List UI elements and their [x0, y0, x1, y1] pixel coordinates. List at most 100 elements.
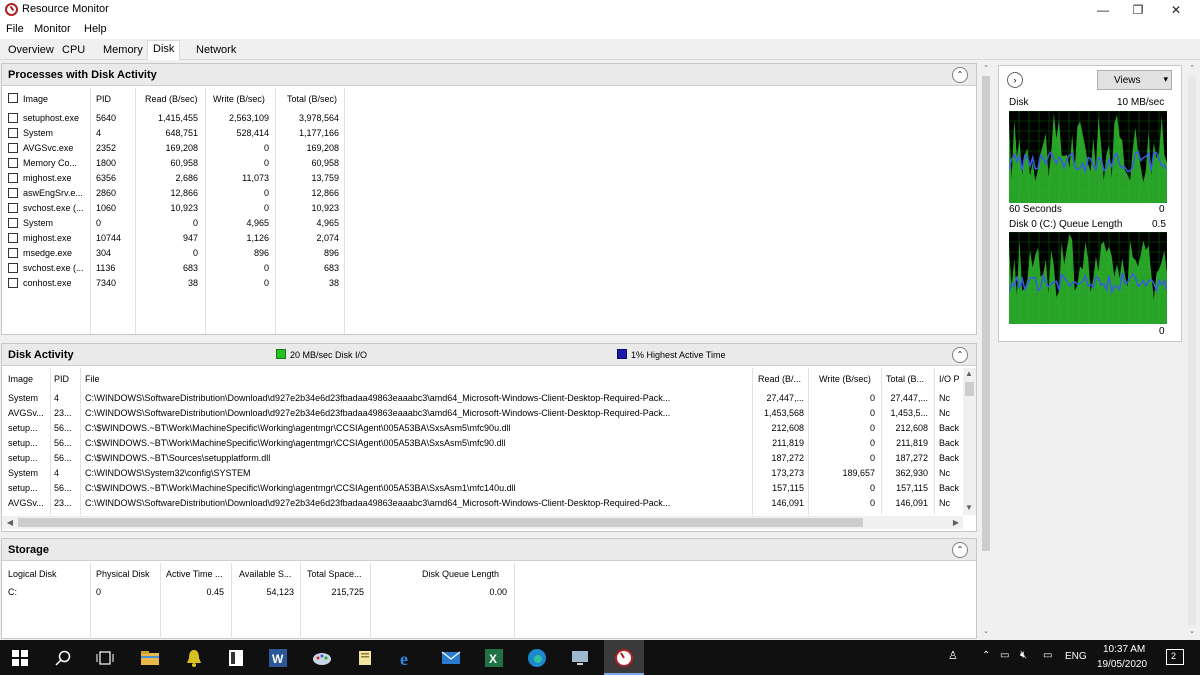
table-row[interactable]: conhost.exe 7340 38 0 38	[2, 276, 342, 291]
menu-monitor[interactable]: Monitor	[34, 23, 71, 35]
col-active-time[interactable]: Active Time ...	[166, 569, 223, 579]
remote-desktop-icon[interactable]	[570, 648, 590, 668]
col-logical-disk[interactable]: Logical Disk	[8, 569, 57, 579]
row-checkbox[interactable]	[8, 143, 18, 153]
row-checkbox[interactable]	[8, 233, 18, 243]
expand-pane-icon[interactable]: ›	[1007, 72, 1023, 88]
table-row[interactable]: AVGSv... 23... C:\WINDOWS\SoftwareDistribu…	[2, 406, 962, 421]
scroll-thumb[interactable]	[1188, 76, 1196, 626]
views-dropdown[interactable]: Views ▾	[1097, 70, 1172, 90]
language-indicator[interactable]: ENG	[1065, 651, 1087, 662]
task-view-icon[interactable]	[95, 650, 115, 666]
menu-help[interactable]: Help	[84, 23, 107, 35]
disk-activity-hscrollbar[interactable]: ◀ ▶	[2, 516, 963, 529]
row-checkbox[interactable]	[8, 158, 18, 168]
table-row[interactable]: System 4 648,751 528,414 1,177,166	[2, 126, 342, 141]
collapse-icon[interactable]: ⌃	[952, 67, 968, 83]
file-manager-icon[interactable]	[355, 648, 375, 668]
select-all-checkbox[interactable]	[8, 93, 18, 103]
scroll-down-icon[interactable]: ⌄	[1186, 627, 1198, 635]
internet-explorer-icon[interactable]: e	[398, 648, 418, 668]
row-checkbox[interactable]	[8, 188, 18, 198]
minimize-button[interactable]: —	[1085, 0, 1121, 20]
table-row[interactable]: Memory Co... 1800 60,958 0 60,958	[2, 156, 342, 171]
col-total-space[interactable]: Total Space...	[307, 569, 362, 579]
tab-cpu[interactable]: CPU	[57, 42, 90, 60]
table-row[interactable]: setup... 56... C:\$WINDOWS.~BT\Work\Machin…	[2, 421, 962, 436]
processes-header[interactable]: Processes with Disk Activity ⌃	[2, 64, 976, 86]
notes-app-icon[interactable]	[226, 648, 246, 668]
table-row[interactable]: setup... 56... C:\$WINDOWS.~BT\Sources\set…	[2, 451, 962, 466]
main-vscrollbar[interactable]: ⌃ ⌄	[980, 62, 992, 640]
table-row[interactable]: System 0 0 4,965 4,965	[2, 216, 342, 231]
table-row[interactable]: setup... 56... C:\$WINDOWS.~BT\Work\Machin…	[2, 436, 962, 451]
battery-icon[interactable]: ▭	[1043, 650, 1052, 661]
table-row[interactable]: setuphost.exe 5640 1,415,455 2,563,109 3,978…	[2, 111, 342, 126]
scroll-thumb[interactable]	[18, 518, 863, 527]
clock-date[interactable]: 19/05/2020	[1097, 659, 1147, 670]
table-row[interactable]: msedge.exe 304 0 896 896	[2, 246, 342, 261]
scroll-up-icon[interactable]: ▲	[963, 369, 975, 378]
table-row[interactable]: System 4 C:\WINDOWS\SoftwareDistribution\D…	[2, 391, 962, 406]
close-button[interactable]: ✕	[1158, 0, 1194, 20]
col-disk-queue[interactable]: Disk Queue Length	[422, 569, 499, 579]
maximize-button[interactable]: ❐	[1120, 0, 1156, 20]
scroll-left-icon[interactable]: ◀	[4, 518, 16, 527]
scroll-right-icon[interactable]: ▶	[950, 518, 962, 527]
scroll-down-icon[interactable]: ⌄	[980, 627, 992, 635]
clock-time[interactable]: 10:37 AM	[1103, 644, 1145, 655]
row-checkbox[interactable]	[8, 173, 18, 183]
windows-start-icon[interactable]	[12, 650, 28, 666]
col-image[interactable]: Image	[23, 94, 48, 104]
col-read[interactable]: Read (B/sec)	[145, 94, 198, 104]
menu-file[interactable]: File	[6, 23, 24, 35]
search-icon[interactable]	[55, 650, 71, 666]
storage-header[interactable]: Storage ⌃	[2, 539, 976, 561]
col-physical-disk[interactable]: Physical Disk	[96, 569, 150, 579]
row-checkbox[interactable]	[8, 203, 18, 213]
scroll-down-icon[interactable]: ▼	[963, 503, 975, 512]
disk-activity-vscrollbar[interactable]: ▲ ▼	[963, 368, 976, 515]
word-icon[interactable]: W	[268, 648, 288, 668]
table-row[interactable]: aswEngSrv.e... 2860 12,866 0 12,866	[2, 186, 342, 201]
table-row[interactable]: System 4 C:\WINDOWS\System32\config\SYSTEM…	[2, 466, 962, 481]
row-checkbox[interactable]	[8, 263, 18, 273]
resource-monitor-taskbar-button[interactable]	[604, 640, 644, 675]
action-center-icon[interactable]: 2	[1166, 649, 1184, 665]
table-row[interactable]: setup... 56... C:\$WINDOWS.~BT\Work\Machin…	[2, 481, 962, 496]
scroll-thumb[interactable]	[965, 382, 974, 396]
row-checkbox[interactable]	[8, 113, 18, 123]
table-row[interactable]: mighost.exe 10744 947 1,126 2,074	[2, 231, 342, 246]
excel-icon[interactable]: X	[484, 648, 504, 668]
tab-network[interactable]: Network	[191, 42, 241, 60]
scroll-up-icon[interactable]: ⌃	[1186, 64, 1198, 72]
tab-overview[interactable]: Overview	[3, 42, 59, 60]
edge-browser-icon[interactable]	[527, 648, 547, 668]
tab-memory[interactable]: Memory	[98, 42, 148, 60]
notification-bell-icon[interactable]	[184, 648, 204, 668]
col-write[interactable]: Write (B/sec)	[213, 94, 265, 104]
col-available-space[interactable]: Available S...	[239, 569, 291, 579]
scroll-up-icon[interactable]: ⌃	[980, 64, 992, 72]
scroll-thumb[interactable]	[982, 76, 990, 551]
paint-app-icon[interactable]	[312, 648, 332, 668]
table-row[interactable]: AVGSvc.exe 2352 169,208 0 169,208	[2, 141, 342, 156]
graph-pane-vscrollbar[interactable]: ⌃ ⌄	[1186, 62, 1198, 640]
tab-disk[interactable]: Disk	[147, 40, 181, 60]
collapse-icon[interactable]: ⌃	[952, 542, 968, 558]
mail-icon[interactable]	[441, 648, 461, 668]
tray-expand-icon[interactable]: ⌃	[982, 650, 990, 661]
col-total[interactable]: Total (B/sec)	[287, 94, 337, 104]
table-row[interactable]: svchost.exe (... 1136 683 0 683	[2, 261, 342, 276]
table-row[interactable]: AVGSv... 23... C:\WINDOWS\SoftwareDistribu…	[2, 496, 962, 511]
row-checkbox[interactable]	[8, 248, 18, 258]
network-icon[interactable]: ▭	[1000, 650, 1009, 661]
row-checkbox[interactable]	[8, 128, 18, 138]
row-checkbox[interactable]	[8, 218, 18, 228]
row-checkbox[interactable]	[8, 278, 18, 288]
volume-muted-icon[interactable]: 🔇︎	[1020, 649, 1027, 662]
people-icon[interactable]: ♙	[948, 649, 958, 662]
col-pid[interactable]: PID	[96, 94, 111, 104]
file-explorer-icon[interactable]	[140, 648, 160, 668]
table-row[interactable]: svchost.exe (... 1060 10,923 0 10,923	[2, 201, 342, 216]
